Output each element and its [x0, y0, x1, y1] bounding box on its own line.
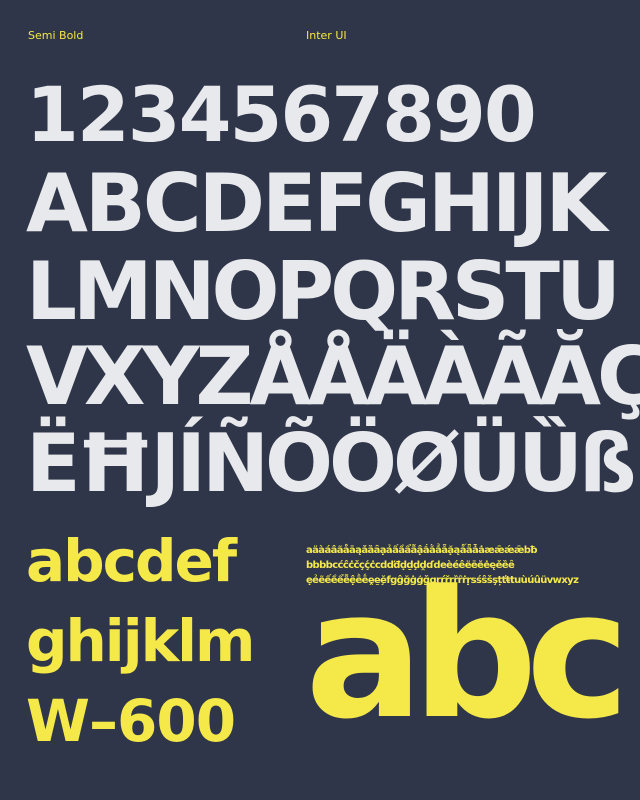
uppercase-row-4: ËĦJÍÑÕÖØÜȔß: [26, 417, 637, 510]
uppercase-row-2: LMNOPQRSTU: [26, 245, 621, 338]
weight-code: W–600: [26, 687, 236, 755]
digits-row: 1234567890: [26, 70, 537, 159]
lowercase-row-2: ghijklm: [26, 607, 255, 675]
big-sample-text: abc: [305, 553, 630, 758]
lowercase-row-1: abcdef: [26, 527, 237, 595]
font-family-label: Inter UI: [306, 29, 347, 42]
font-weight-label: Semi Bold: [28, 29, 84, 42]
uppercase-row-1: ABCDEFGHIJK: [26, 157, 607, 250]
uppercase-row-3: VXYZÅÅÄÀÃĂÇ: [26, 330, 640, 423]
